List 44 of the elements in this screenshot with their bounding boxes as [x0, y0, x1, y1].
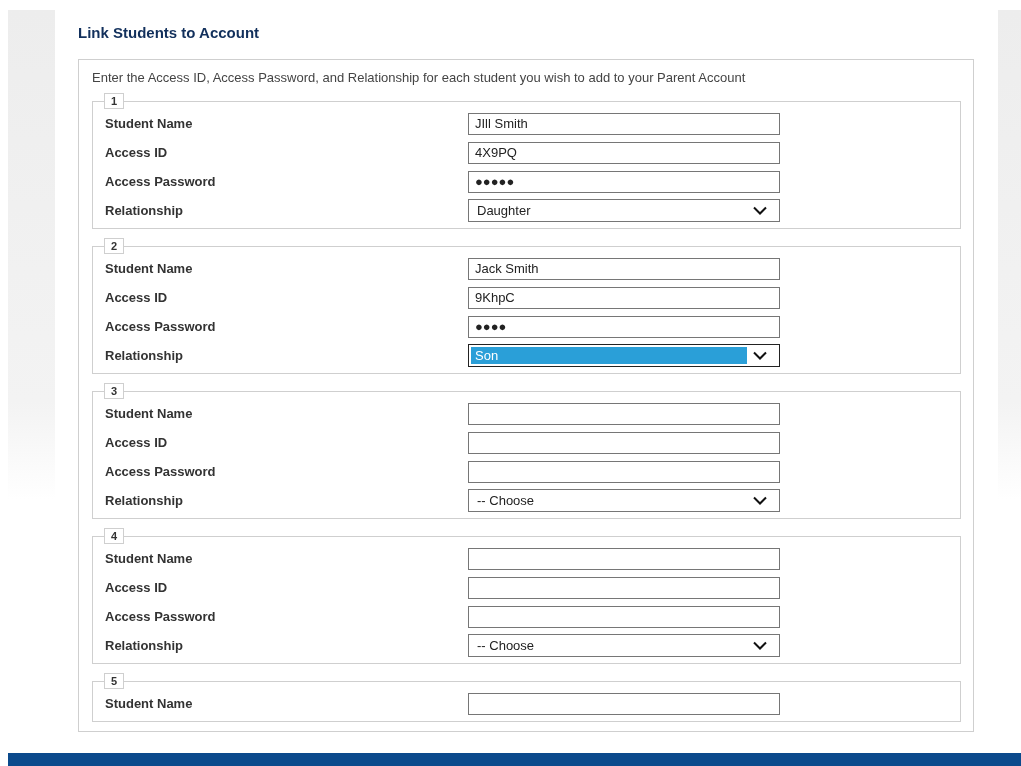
input-field[interactable]: Jack Smith: [468, 257, 780, 280]
student-number: 1: [104, 93, 125, 109]
field-label: Access ID: [105, 145, 169, 160]
input-field[interactable]: [468, 431, 780, 454]
page-title: Link Students to Account: [78, 24, 261, 41]
student-number: 5: [104, 673, 125, 689]
chevron-icon: [753, 496, 767, 505]
field-label: Access Password: [105, 174, 217, 189]
student-number: 4: [104, 528, 125, 544]
field-label: Access ID: [105, 435, 169, 450]
field-label: Student Name: [105, 116, 194, 131]
input-field[interactable]: ●●●●●: [468, 170, 780, 193]
input-field[interactable]: [468, 460, 780, 483]
field-label: Relationship: [105, 638, 184, 653]
student-number: 2: [104, 238, 125, 254]
field-label: Relationship: [105, 493, 184, 508]
relationship-dropdown[interactable]: Daughter: [468, 199, 780, 222]
student-number: 3: [104, 383, 125, 399]
chevron-icon: [753, 641, 767, 650]
input-field[interactable]: [468, 402, 780, 425]
field-label: Student Name: [105, 551, 194, 566]
input-field[interactable]: JIll Smith: [468, 112, 780, 135]
field-label: Access Password: [105, 319, 217, 334]
instructions-text: Enter the Access ID, Access Password, and Relationship for each student you wish to add to your Parent Account: [92, 70, 747, 85]
input-field[interactable]: [468, 692, 780, 715]
field-label: Access Password: [105, 609, 217, 624]
field-label: Access ID: [105, 290, 169, 305]
input-field[interactable]: 9KhpC: [468, 286, 780, 309]
field-label: Access ID: [105, 580, 169, 595]
chevron-icon: [753, 351, 767, 360]
field-label: Relationship: [105, 203, 184, 218]
input-field[interactable]: 4X9PQ: [468, 141, 780, 164]
input-field[interactable]: [468, 547, 780, 570]
field-label: Student Name: [105, 406, 194, 421]
input-field[interactable]: ●●●●: [468, 315, 780, 338]
chevron-icon: [753, 206, 767, 215]
field-label: Relationship: [105, 348, 184, 363]
relationship-dropdown[interactable]: -- Choose: [468, 489, 780, 512]
field-label: Student Name: [105, 696, 194, 711]
field-label: Access Password: [105, 464, 217, 479]
input-field[interactable]: [468, 605, 780, 628]
field-label: Student Name: [105, 261, 194, 276]
relationship-dropdown[interactable]: -- Choose: [468, 634, 780, 657]
input-field[interactable]: [468, 576, 780, 599]
